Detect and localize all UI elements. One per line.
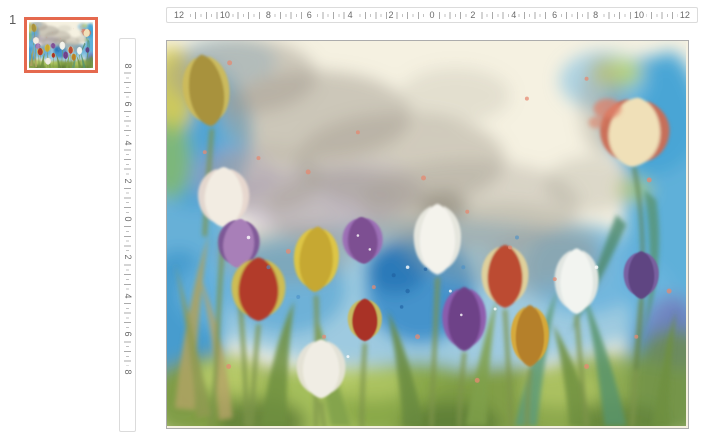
horizontal-ruler[interactable]: 12 10 8 6 4 2 0 2 4 6 8 10 12 bbox=[166, 7, 698, 23]
v-ruler-label: 4 bbox=[123, 290, 133, 302]
h-ruler-label: 2 bbox=[387, 9, 396, 21]
v-ruler-label: 6 bbox=[123, 98, 133, 110]
h-ruler-label: 4 bbox=[346, 9, 355, 21]
v-ruler-label: 8 bbox=[123, 366, 133, 378]
h-ruler-label: 8 bbox=[264, 9, 273, 21]
slide-1-thumbnail[interactable] bbox=[24, 17, 98, 73]
v-ruler-label: 6 bbox=[123, 328, 133, 340]
h-ruler-label: 12 bbox=[172, 9, 186, 21]
v-ruler-label: 4 bbox=[123, 137, 133, 149]
v-ruler-label: 0 bbox=[123, 213, 133, 225]
h-ruler-label: 2 bbox=[468, 9, 477, 21]
v-ruler-label: 8 bbox=[123, 60, 133, 72]
h-ruler-label: 0 bbox=[427, 9, 436, 21]
h-ruler-label: 12 bbox=[678, 9, 692, 21]
slide-1-thumbnail-image bbox=[29, 22, 93, 68]
slide-picture[interactable] bbox=[167, 41, 686, 426]
h-ruler-label: 10 bbox=[632, 9, 646, 21]
slide-thumbnail-panel: 1 bbox=[0, 0, 118, 442]
h-ruler-label: 10 bbox=[218, 9, 232, 21]
h-ruler-label: 6 bbox=[550, 9, 559, 21]
h-ruler-label: 4 bbox=[509, 9, 518, 21]
v-ruler-label: 2 bbox=[123, 251, 133, 263]
h-ruler-label: 6 bbox=[305, 9, 314, 21]
slide-number-label: 1 bbox=[9, 12, 16, 27]
vertical-ruler[interactable]: 8 6 4 2 0 2 4 6 8 bbox=[119, 38, 136, 432]
slide-canvas[interactable] bbox=[166, 40, 689, 429]
v-ruler-label: 2 bbox=[123, 175, 133, 187]
h-ruler-label: 8 bbox=[591, 9, 600, 21]
